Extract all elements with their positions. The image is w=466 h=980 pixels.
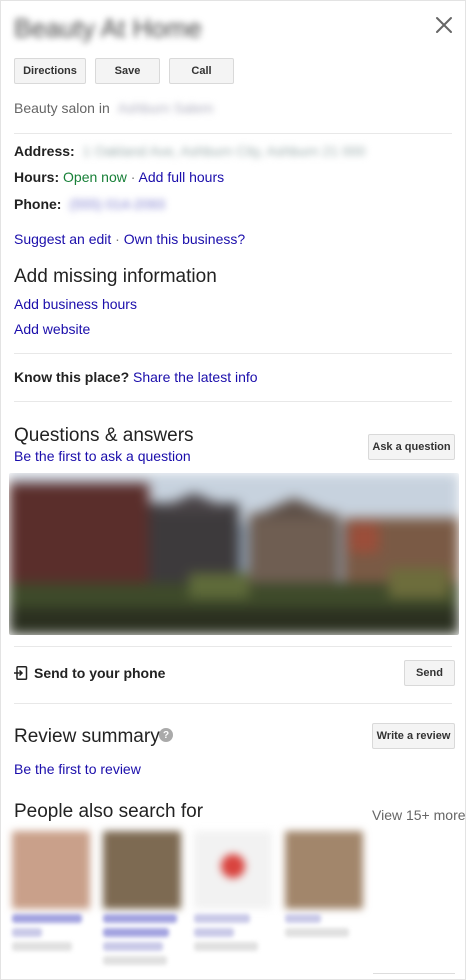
- missing-info-heading: Add missing information: [14, 266, 217, 287]
- related-place-name: [103, 914, 177, 923]
- related-place-name: [194, 928, 234, 937]
- related-place-category: [194, 942, 258, 951]
- own-business-link[interactable]: Own this business?: [124, 231, 245, 247]
- related-place-thumbnail: [12, 831, 90, 909]
- related-place-name: [194, 914, 250, 923]
- related-place-card[interactable]: [12, 831, 90, 951]
- related-place-thumbnail: [103, 831, 181, 909]
- related-place-thumbnail: [285, 831, 363, 909]
- ask-first-question-link[interactable]: Be the first to ask a question: [14, 448, 191, 464]
- share-latest-info-link[interactable]: Share the latest info: [133, 369, 258, 385]
- divider: [14, 646, 452, 647]
- category-label: Beauty salon in: [14, 100, 110, 116]
- ask-question-button[interactable]: Ask a question: [368, 434, 455, 460]
- hours-label: Hours:: [14, 169, 60, 185]
- related-place-name: [285, 914, 321, 923]
- place-details-panel: Beauty At Home Directions Save Call Beau…: [0, 0, 466, 980]
- save-button[interactable]: Save: [95, 58, 160, 84]
- send-to-phone-label[interactable]: Send to your phone: [34, 665, 165, 681]
- related-place-card[interactable]: [194, 831, 272, 951]
- phone-value[interactable]: (555) 014-2093: [69, 196, 165, 212]
- edit-links-row: Suggest an edit · Own this business?: [14, 231, 245, 247]
- know-place-row: Know this place? Share the latest info: [14, 369, 258, 385]
- people-also-search-heading: People also search for: [14, 801, 204, 822]
- add-business-hours-link[interactable]: Add business hours: [14, 296, 137, 312]
- divider: [373, 973, 455, 974]
- related-place-name: [12, 928, 42, 937]
- write-review-button[interactable]: Write a review: [372, 723, 455, 749]
- related-place-card[interactable]: [285, 831, 363, 937]
- divider: [14, 353, 452, 354]
- close-icon[interactable]: [432, 13, 456, 37]
- related-place-card[interactable]: [103, 831, 181, 965]
- phone-row: Phone: (555) 014-2093: [14, 196, 165, 212]
- related-place-name: [103, 942, 163, 951]
- related-place-thumbnail: [194, 831, 272, 909]
- address-value: 1 Oakland Ave, Ashburn City, Ashburn 21 …: [82, 143, 366, 159]
- related-place-name: [12, 914, 82, 923]
- category-location: Ashburn Salem: [117, 100, 214, 116]
- place-title: Beauty At Home: [14, 13, 202, 44]
- directions-button[interactable]: Directions: [14, 58, 86, 84]
- review-summary-heading: Review summary: [14, 726, 160, 747]
- send-button[interactable]: Send: [404, 660, 455, 686]
- hours-status: Open now: [63, 169, 127, 185]
- first-review-link[interactable]: Be the first to review: [14, 761, 141, 777]
- divider: [14, 703, 452, 704]
- help-icon[interactable]: ?: [159, 728, 173, 742]
- divider: [14, 133, 452, 134]
- call-button[interactable]: Call: [169, 58, 234, 84]
- related-place-name: [103, 928, 169, 937]
- address-label: Address:: [14, 143, 75, 159]
- related-place-category: [285, 928, 349, 937]
- hours-row: Hours: Open now · Add full hours: [14, 169, 224, 185]
- place-category: Beauty salon in Ashburn Salem: [14, 100, 213, 116]
- phone-label: Phone:: [14, 196, 62, 212]
- separator: ·: [126, 169, 139, 185]
- address-row: Address: 1 Oakland Ave, Ashburn City, As…: [14, 143, 365, 159]
- know-place-label: Know this place?: [14, 369, 130, 385]
- qa-heading: Questions & answers: [14, 425, 194, 446]
- add-website-link[interactable]: Add website: [14, 321, 90, 337]
- suggest-edit-link[interactable]: Suggest an edit: [14, 231, 111, 247]
- place-photo[interactable]: [9, 473, 459, 635]
- send-to-phone-icon: [14, 666, 28, 680]
- divider: [14, 401, 452, 402]
- related-place-category: [12, 942, 72, 951]
- place-title-text: Beauty At Home: [14, 13, 202, 43]
- add-full-hours-link[interactable]: Add full hours: [139, 169, 225, 185]
- view-more-link[interactable]: View 15+ more: [372, 807, 466, 823]
- related-place-category: [103, 956, 167, 965]
- separator: ·: [111, 231, 124, 247]
